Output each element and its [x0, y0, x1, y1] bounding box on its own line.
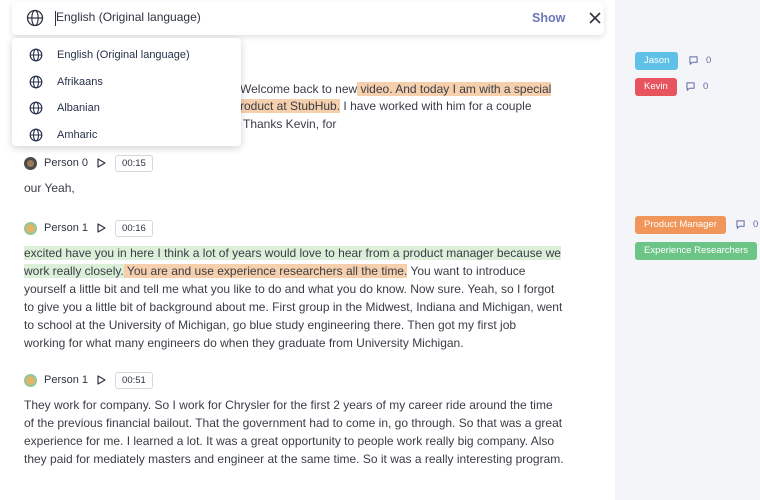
transcript-paragraph: They work for company. So I work for Chr…: [24, 397, 599, 467]
transcript-line: yourself a little bit and tell me what y…: [24, 282, 555, 296]
language-dropdown: English (Original language) Afrikaans Al…: [12, 38, 241, 146]
transcript-text: Thanks Kevin, for: [243, 117, 337, 131]
language-option-english[interactable]: English (Original language): [12, 42, 236, 68]
comment-icon: [689, 56, 698, 65]
language-option-label: Albanian: [57, 102, 100, 114]
transcript-line: of the previous financial bailout. That …: [24, 416, 563, 430]
highlight-segment[interactable]: roduct at StubHub.: [240, 99, 341, 113]
transcript-line: to school at the University of Michigan,…: [24, 318, 517, 332]
transcript-text: Welcome back to new video. And today I a…: [240, 81, 552, 97]
comment-count[interactable]: 0: [686, 81, 708, 92]
tag-experience-researchers[interactable]: Experience Researchers: [635, 242, 758, 260]
transcript-line: experience for me. I learned a lot. It w…: [24, 434, 555, 448]
avatar: [24, 221, 37, 235]
transcript-panel: Show English (Original language) Afrikaa…: [0, 0, 615, 500]
transcript-paragraph: excited have you in here I think a lot o…: [24, 245, 599, 351]
globe-icon: [29, 75, 43, 89]
language-search-input[interactable]: [56, 10, 476, 24]
transcript-segment: You want to introduce: [407, 264, 526, 278]
speaker-row: Person 1 00:51: [24, 371, 153, 389]
transcript-segment: I have worked with him for a couple: [340, 99, 532, 113]
language-option-label: Afrikaans: [57, 76, 103, 88]
speaker-name: Person 0: [44, 157, 89, 169]
language-option-afrikaans[interactable]: Afrikaans: [12, 69, 236, 95]
transcript-text: our Yeah,: [24, 181, 75, 195]
globe-icon: [29, 48, 43, 62]
play-icon[interactable]: [97, 375, 106, 385]
highlight-segment[interactable]: excited have you in here I think a lot o…: [24, 246, 561, 260]
comment-count[interactable]: 0: [689, 55, 711, 66]
transcript-line: to give you a little bit of background a…: [24, 300, 563, 314]
comment-icon: [686, 82, 695, 91]
transcript-line: working for what many engineers do when …: [24, 336, 464, 350]
speaker-row: Person 1 00:16: [24, 219, 153, 237]
play-icon[interactable]: [97, 223, 106, 233]
comment-icon: [736, 220, 745, 229]
timestamp-badge[interactable]: 00:15: [115, 154, 153, 172]
transcript-text: roduct at StubHub. I have worked with hi…: [240, 98, 532, 114]
close-icon[interactable]: [588, 11, 602, 25]
tag-jason[interactable]: Jason: [635, 52, 679, 70]
comment-count[interactable]: 0: [736, 219, 758, 230]
tag-kevin[interactable]: Kevin: [635, 78, 677, 96]
globe-icon: [26, 9, 44, 27]
language-option-label: Amharic: [57, 129, 98, 141]
comment-count-value: 0: [703, 81, 709, 92]
transcript-line: they paid for mediately masters and engi…: [24, 452, 564, 466]
avatar: [24, 373, 37, 387]
comment-count-value: 0: [753, 219, 759, 230]
speaker-name: Person 1: [44, 374, 89, 386]
show-button[interactable]: Show: [532, 11, 565, 25]
tag-product-manager[interactable]: Product Manager: [635, 216, 726, 234]
highlight-segment[interactable]: You are and use experience researchers a…: [123, 264, 408, 278]
language-option-amharic[interactable]: Amharic: [12, 122, 236, 146]
globe-icon: [29, 101, 43, 115]
comment-count-value: 0: [706, 55, 712, 66]
timestamp-badge[interactable]: 00:16: [115, 219, 153, 237]
highlight-segment[interactable]: work really closely.: [24, 264, 124, 278]
globe-icon: [29, 128, 43, 142]
avatar: [24, 156, 37, 170]
language-option-albanian[interactable]: Albanian: [12, 95, 236, 121]
timestamp-badge[interactable]: 00:51: [115, 371, 153, 389]
language-selector-bar: Show: [12, 2, 604, 35]
transcript-segment: Welcome back to new: [240, 82, 358, 96]
transcript-line: They work for company. So I work for Chr…: [24, 398, 553, 412]
highlight-segment[interactable]: video. And today I am with a special: [357, 82, 552, 96]
speaker-row: Person 0 00:15: [24, 154, 153, 172]
speaker-name: Person 1: [44, 222, 89, 234]
play-icon[interactable]: [97, 158, 106, 168]
tags-panel: Jason 0 Kevin 0 Product Manager 0 Experi…: [615, 0, 760, 500]
language-option-label: English (Original language): [57, 49, 190, 61]
